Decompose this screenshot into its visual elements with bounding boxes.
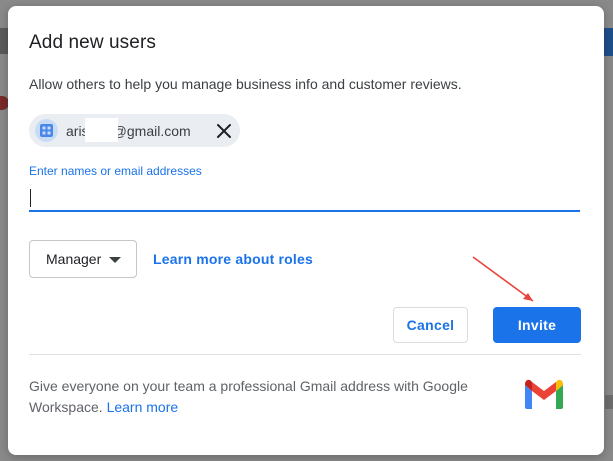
person-grid-icon: [35, 119, 58, 142]
add-users-dialog: Add new users Allow others to help you m…: [8, 6, 604, 455]
annotation-arrow-icon: [472, 256, 534, 302]
role-selected-value: Manager: [46, 251, 102, 267]
gmail-logo-icon: [525, 379, 563, 409]
recipient-chip[interactable]: aris ara@gmail.com: [29, 114, 240, 147]
divider: [29, 354, 581, 355]
email-field-label: Enter names or email addresses: [29, 164, 202, 178]
text-cursor: [30, 189, 31, 207]
background-page-fragment: [603, 28, 613, 56]
email-field[interactable]: [29, 184, 580, 212]
caret-down-icon: [109, 257, 121, 263]
redaction-mask: [85, 118, 118, 142]
close-icon[interactable]: [215, 122, 233, 140]
role-dropdown[interactable]: Manager: [29, 240, 137, 278]
invite-button[interactable]: Invite: [493, 307, 581, 343]
learn-more-link[interactable]: Learn more: [107, 399, 179, 415]
workspace-promo-text: Give everyone on your team a professiona…: [29, 378, 468, 415]
learn-more-roles-link[interactable]: Learn more about roles: [153, 251, 313, 267]
dialog-title: Add new users: [29, 32, 156, 53]
cancel-button[interactable]: Cancel: [393, 307, 468, 343]
dialog-subtitle: Allow others to help you manage business…: [29, 76, 462, 92]
workspace-promo: Give everyone on your team a professiona…: [29, 376, 469, 418]
background-page-fragment: [605, 395, 613, 409]
